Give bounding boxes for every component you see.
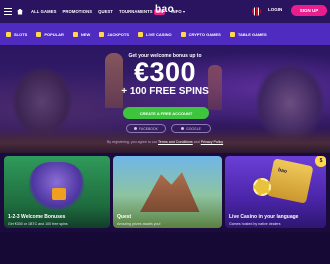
category-jackpots[interactable]: JACKPOTS — [99, 31, 129, 37]
cat-mascot-illustration — [29, 162, 84, 212]
welcome-bonus-amount: €300 — [133, 57, 197, 87]
google-signup-button[interactable]: GOOGLE — [171, 124, 211, 133]
promo-card-welcome[interactable]: 1-2-3 Welcome Bonuses Get €300 or 1BTC a… — [4, 156, 110, 228]
google-icon — [181, 127, 185, 130]
category-popular[interactable]: POPULAR — [36, 31, 64, 37]
category-bar: SLOTS POPULAR NEW JACKPOTS LIVE CASINO C… — [0, 23, 330, 45]
promo-card-title: Quest — [117, 214, 132, 220]
popular-icon — [36, 31, 42, 37]
quest-mountain-illustration — [140, 172, 200, 212]
free-spins-text: + 100 FREE SPINS — [121, 86, 209, 97]
bottom-section — [0, 232, 330, 264]
jackpots-icon — [99, 31, 105, 37]
slots-icon — [6, 31, 11, 37]
chevron-down-icon — [182, 10, 185, 13]
crypto-icon — [180, 31, 186, 37]
live-casino-icon — [138, 31, 144, 37]
signup-button[interactable]: SIGN UP — [291, 5, 327, 16]
home-icon[interactable] — [17, 8, 23, 15]
promo-card-desc: Amazing prizes awaits you! — [117, 222, 161, 226]
login-button[interactable]: LOGIN — [268, 7, 282, 12]
menu-icon[interactable] — [4, 8, 12, 15]
promo-card-quest[interactable]: Quest Amazing prizes awaits you! — [113, 156, 222, 228]
brand-logo[interactable]: bao — [155, 4, 174, 15]
category-table-games[interactable]: TABLE GAMES — [229, 31, 267, 37]
promo-card-title: Live Casino in your language — [229, 214, 299, 220]
category-live-casino[interactable]: LIVE CASINO — [138, 31, 172, 37]
privacy-link[interactable]: Privacy Policy — [201, 140, 223, 144]
facebook-signup-button[interactable]: FACEBOOK — [126, 124, 166, 133]
nav-promotions[interactable]: PROMOTIONS — [62, 9, 92, 14]
category-new[interactable]: NEW — [72, 31, 90, 37]
promo-card-desc: Games hosted by native dealers — [229, 222, 281, 226]
dollar-coin-icon: $ — [315, 156, 326, 167]
facebook-icon — [134, 127, 138, 130]
create-account-button[interactable]: CREATE A FREE ACCOUNT — [123, 107, 209, 119]
terms-link[interactable]: Terms and Conditions — [158, 140, 193, 144]
gift-icon — [52, 188, 66, 200]
live-casino-card-illustration — [266, 158, 314, 204]
new-icon — [72, 31, 78, 37]
terms-notice: By registering, you agree to our Terms a… — [106, 140, 224, 144]
promo-card-title: 1-2-3 Welcome Bonuses — [8, 214, 66, 220]
casino-chip-icon — [253, 178, 271, 196]
category-slots[interactable]: SLOTS — [6, 31, 27, 37]
promo-card-desc: Get €300 or 1BTC and 100 free spins — [8, 222, 68, 226]
category-crypto-games[interactable]: CRYPTO GAMES — [180, 31, 221, 37]
top-navigation-bar: ALL GAMES PROMOTIONS QUEST TOURNAMENTS NE… — [0, 0, 330, 23]
promo-card-live-casino[interactable]: bao $ Live Casino in your language Games… — [225, 156, 326, 228]
table-games-icon — [229, 31, 235, 37]
language-flag-icon[interactable] — [252, 7, 261, 16]
nav-all-games[interactable]: ALL GAMES — [31, 9, 56, 14]
nav-quest[interactable]: QUEST — [98, 9, 113, 14]
